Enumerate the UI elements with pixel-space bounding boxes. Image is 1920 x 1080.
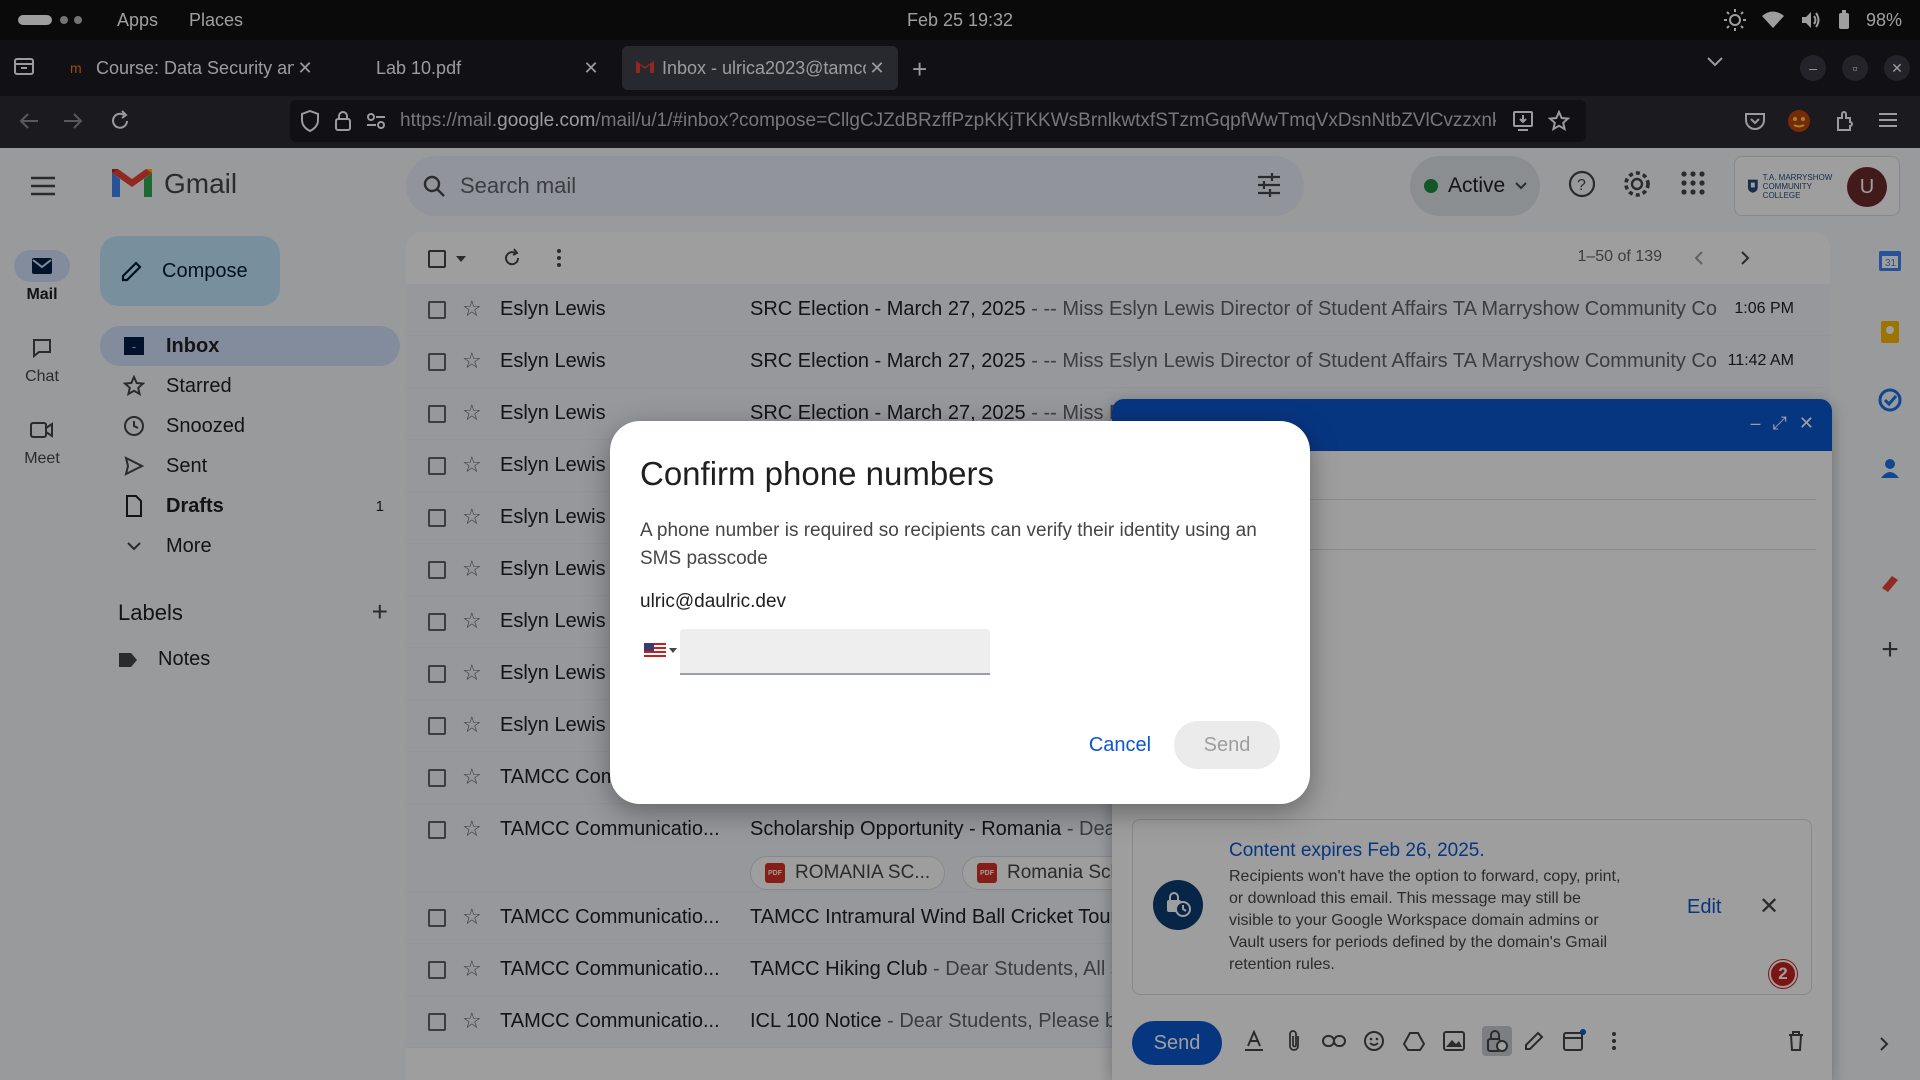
close-icon[interactable]: ✕: [1799, 413, 1814, 434]
close-icon[interactable]: ✕: [1759, 892, 1779, 921]
expiry-title: Content expires Feb 26, 2025.: [1229, 840, 1485, 861]
emoji-icon[interactable]: [1362, 1029, 1386, 1053]
country-code-selector[interactable]: [644, 643, 677, 657]
discard-draft-icon[interactable]: [1784, 1029, 1808, 1053]
drive-icon[interactable]: [1402, 1029, 1426, 1053]
fullscreen-icon[interactable]: ⤢: [1773, 413, 1787, 434]
chevron-down-icon: [669, 647, 677, 653]
insert-link-icon[interactable]: [1322, 1029, 1346, 1053]
compose-toolbar: Send: [1112, 1011, 1832, 1071]
more-options-icon[interactable]: [1602, 1029, 1626, 1053]
minimize-icon[interactable]: –: [1750, 413, 1760, 434]
send-button[interactable]: Send: [1174, 721, 1280, 769]
notification-badge[interactable]: 2: [1769, 960, 1797, 988]
phone-number-input[interactable]: [680, 629, 990, 675]
cancel-button[interactable]: Cancel: [1070, 721, 1170, 769]
compose-send-button[interactable]: Send: [1132, 1021, 1222, 1065]
dialog-title: Confirm phone numbers: [640, 455, 995, 492]
schedule-send-icon[interactable]: [1562, 1029, 1586, 1053]
insert-photo-icon[interactable]: [1442, 1029, 1466, 1053]
dialog-description: A phone number is required so recipients…: [640, 520, 1257, 569]
recipient-email: ulric@daulric.dev: [640, 591, 787, 612]
edit-confidential-button[interactable]: Edit: [1687, 896, 1721, 919]
formatting-icon[interactable]: [1242, 1029, 1266, 1053]
confidential-mode-banner: Content expires Feb 26, 2025. Recipients…: [1132, 819, 1812, 995]
confidential-mode-icon[interactable]: [1482, 1026, 1512, 1056]
us-flag-icon: [644, 643, 666, 657]
attach-icon[interactable]: [1282, 1029, 1306, 1053]
expiry-clock-icon: [1153, 880, 1203, 930]
confirm-phone-dialog: Confirm phone numbers A phone number is …: [610, 421, 1310, 804]
expiry-description: Recipients won't have the option to forw…: [1229, 868, 1621, 973]
signature-icon[interactable]: [1522, 1029, 1546, 1053]
